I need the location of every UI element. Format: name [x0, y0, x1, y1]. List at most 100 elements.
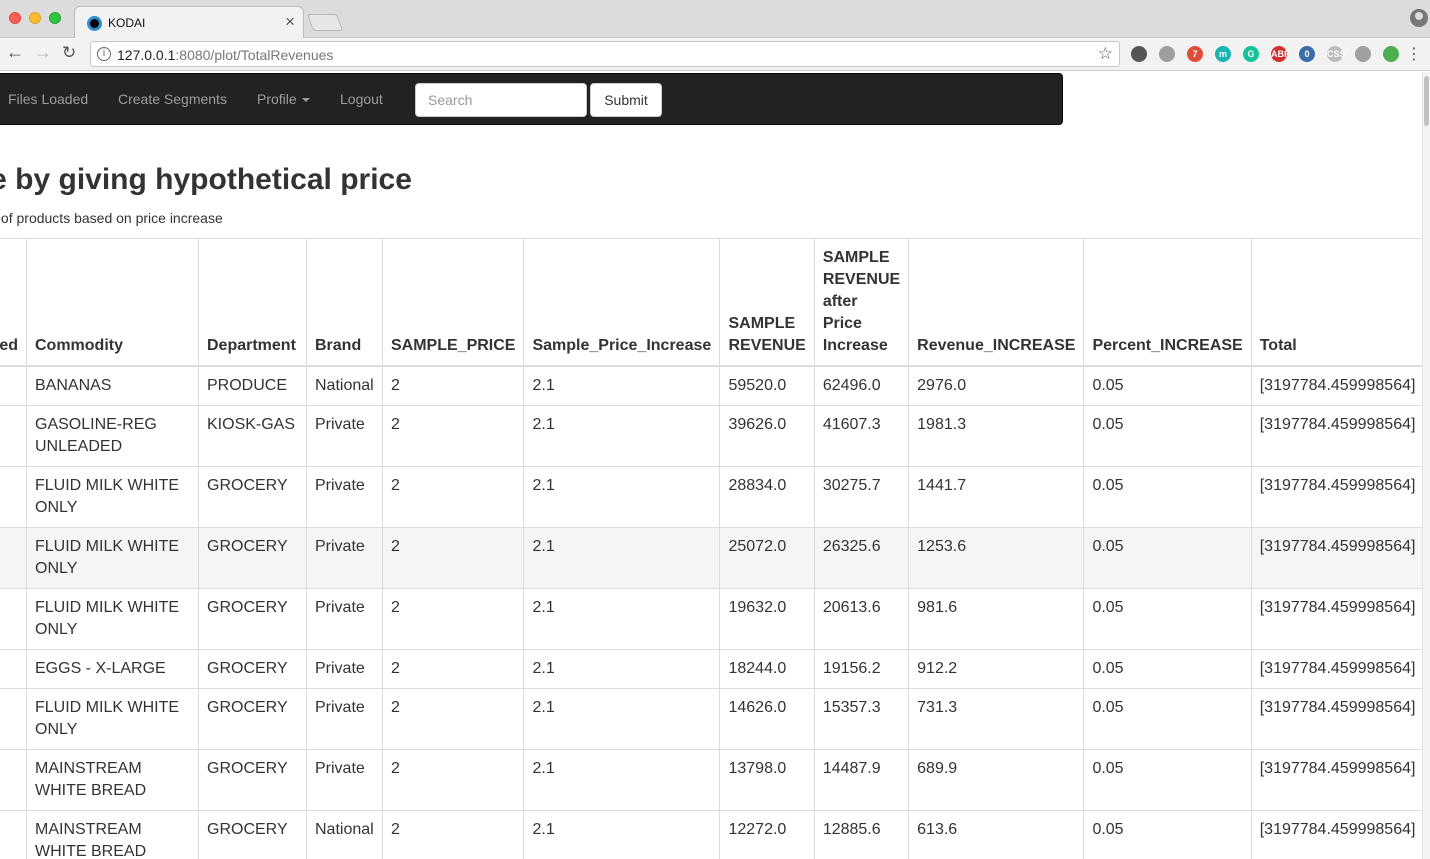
- browser-tab[interactable]: KODAI ×: [74, 6, 304, 39]
- table-cell: 62496.0: [813, 365, 910, 406]
- table-cell: 12272.0: [719, 810, 815, 859]
- url-text[interactable]: 127.0.0.1:8080/plot/TotalRevenues: [117, 47, 333, 63]
- nav-files-loaded[interactable]: Files Loaded: [8, 91, 88, 107]
- table-cell: 2: [381, 810, 525, 859]
- site-info-icon[interactable]: i: [97, 47, 111, 61]
- table-cell: GROCERY: [198, 649, 307, 689]
- table-cell: 0.05: [1083, 527, 1252, 589]
- rainbow-icon[interactable]: [1383, 46, 1399, 62]
- table-cell: 2: [381, 466, 525, 528]
- top-navbar: Files Loaded Create Segments Profile Log…: [0, 73, 1063, 125]
- table-cell: [3197784.459998564]: [1250, 688, 1422, 750]
- submit-button[interactable]: Submit: [590, 83, 662, 117]
- table-cell: FLUID MILK WHITE ONLY: [26, 688, 199, 750]
- table-cell: 689.9: [908, 749, 1085, 811]
- tool-icon[interactable]: [1355, 46, 1371, 62]
- table-cell: Private: [306, 749, 383, 811]
- table-cell: FLUID MILK WHITE ONLY: [26, 527, 199, 589]
- scrollbar-thumb[interactable]: [1424, 76, 1429, 126]
- table-cell: 0.05: [1083, 688, 1252, 750]
- column-header: Sample_Price_Increase: [523, 238, 721, 367]
- table-cell: FLUID MILK WHITE ONLY: [26, 466, 199, 528]
- table-cell: [3197784.459998564]: [1250, 749, 1422, 811]
- browser-tab-strip: KODAI ×: [0, 0, 1430, 39]
- check-icon[interactable]: [1159, 46, 1175, 62]
- grammarly-icon[interactable]: G: [1243, 46, 1259, 62]
- caret-down-icon: [301, 98, 310, 103]
- chrome-menu-icon[interactable]: ⋮: [1406, 44, 1422, 64]
- column-header: Commodity: [26, 238, 199, 367]
- new-tab-button[interactable]: [306, 14, 344, 31]
- column-header: Total: [1250, 238, 1422, 367]
- reload-icon[interactable]: ↻: [62, 43, 76, 63]
- table-cell: KIOSK-GAS: [198, 405, 307, 467]
- column-header: SAMPLE REVENUE after Price Increase: [813, 238, 910, 367]
- revenue-table: ed Commodity Department Brand SAMPLE_PRICE Sa…: [0, 238, 1422, 859]
- table-row: MAINSTREAM WHITE BREAD GROCERY National 2 2.…: [0, 810, 1422, 859]
- table-cell: 0.05: [1083, 466, 1252, 528]
- table-cell: [3197784.459998564]: [1250, 649, 1422, 689]
- page-scrollbar[interactable]: [1422, 72, 1430, 859]
- column-header: SAMPLE REVENUE: [719, 238, 815, 367]
- table-cell: 2.1: [523, 688, 721, 750]
- table-cell: [0, 527, 27, 589]
- page-content: Files Loaded Create Segments Profile Log…: [0, 72, 1422, 859]
- css-icon[interactable]: CSS: [1327, 46, 1346, 62]
- table-cell: National: [306, 810, 383, 859]
- table-cell: 2.1: [523, 749, 721, 811]
- nav-profile-dropdown[interactable]: Profile: [257, 91, 310, 107]
- table-cell: 20613.6: [813, 588, 910, 650]
- column-header: Brand: [306, 238, 383, 367]
- adblock-icon[interactable]: ABP: [1271, 46, 1290, 62]
- table-row: FLUID MILK WHITE ONLY GROCERY Private 2 2.1 1…: [0, 688, 1422, 750]
- table-cell: GROCERY: [198, 688, 307, 750]
- table-cell: 41607.3: [813, 405, 910, 467]
- table-row: MAINSTREAM WHITE BREAD GROCERY Private 2 2.1…: [0, 749, 1422, 811]
- maximize-window-button[interactable]: [49, 12, 61, 24]
- forward-arrow-icon[interactable]: →: [34, 42, 52, 63]
- table-cell: 0.05: [1083, 649, 1252, 689]
- table-cell: 0.05: [1083, 810, 1252, 859]
- nav-profile-label: Profile: [257, 91, 297, 107]
- search-input[interactable]: [415, 83, 587, 117]
- info-circle-icon[interactable]: [1131, 46, 1147, 62]
- nav-logout[interactable]: Logout: [340, 91, 383, 107]
- table-cell: 2: [381, 365, 525, 406]
- profile-icon[interactable]: [1410, 9, 1428, 27]
- table-cell: EGGS - X-LARGE: [26, 649, 199, 689]
- table-row: FLUID MILK WHITE ONLY GROCERY Private 2 2.1 2…: [0, 466, 1422, 528]
- table-cell: 26325.6: [813, 527, 910, 589]
- table-cell: 0.05: [1083, 365, 1252, 406]
- m-extension-icon[interactable]: m: [1215, 46, 1231, 62]
- close-window-button[interactable]: [9, 12, 21, 24]
- table-cell: [3197784.459998564]: [1250, 527, 1422, 589]
- todo-badge-icon[interactable]: 7: [1187, 46, 1203, 62]
- table-cell: MAINSTREAM WHITE BREAD: [26, 749, 199, 811]
- table-cell: 2.1: [523, 527, 721, 589]
- table-cell: 14626.0: [719, 688, 815, 750]
- column-header: Revenue_INCREASE: [908, 238, 1085, 367]
- bookmark-star-icon[interactable]: ☆: [1098, 44, 1113, 64]
- table-header-row: ed Commodity Department Brand SAMPLE_PRICE Sa…: [0, 238, 1422, 367]
- column-header: Percent_INCREASE: [1083, 238, 1252, 367]
- table-cell: GROCERY: [198, 527, 307, 589]
- table-cell: 2.1: [523, 810, 721, 859]
- column-header: Department: [198, 238, 307, 367]
- table-cell: 25072.0: [719, 527, 815, 589]
- table-cell: Private: [306, 527, 383, 589]
- nav-create-segments[interactable]: Create Segments: [118, 91, 227, 107]
- table-cell: [3197784.459998564]: [1250, 365, 1422, 406]
- table-cell: Private: [306, 405, 383, 467]
- close-tab-icon[interactable]: ×: [285, 12, 295, 32]
- back-arrow-icon[interactable]: ←: [6, 42, 24, 63]
- table-cell: [0, 688, 27, 750]
- table-body: BANANAS PRODUCE National 2 2.1 59520.0 62496.0…: [0, 365, 1422, 859]
- table-cell: 731.3: [908, 688, 1085, 750]
- table-cell: 19156.2: [813, 649, 910, 689]
- address-bar[interactable]: i 127.0.0.1:8080/plot/TotalRevenues ☆: [90, 41, 1120, 67]
- minimize-window-button[interactable]: [29, 12, 41, 24]
- badge-zero-icon[interactable]: 0: [1299, 46, 1315, 62]
- table-cell: 1981.3: [908, 405, 1085, 467]
- table-cell: MAINSTREAM WHITE BREAD: [26, 810, 199, 859]
- table-cell: 2.1: [523, 588, 721, 650]
